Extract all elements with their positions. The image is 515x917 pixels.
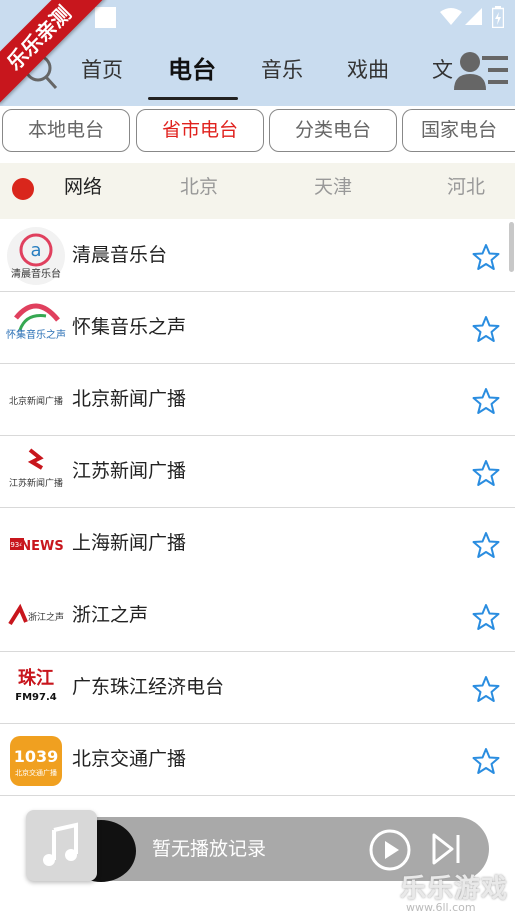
battery-icon: [492, 6, 504, 28]
station-name: 北京新闻广播: [72, 388, 187, 410]
svg-text:北京交通广播: 北京交通广播: [15, 768, 57, 777]
station-name: 上海新闻广播: [72, 532, 187, 554]
station-logo: 怀集音乐之声: [6, 303, 66, 341]
subtab-national[interactable]: 国家电台: [402, 109, 515, 152]
subtab-local[interactable]: 本地电台: [2, 109, 130, 152]
region-beijing[interactable]: 北京: [180, 163, 218, 213]
svg-text:清晨音乐台: 清晨音乐台: [11, 267, 61, 280]
favorite-star-icon[interactable]: [472, 387, 500, 415]
station-name: 怀集音乐之声: [72, 316, 187, 338]
favorite-star-icon[interactable]: [472, 459, 500, 487]
player-status: 暂无播放记录: [152, 838, 267, 860]
station-row[interactable]: a 清晨音乐台 清晨音乐台: [0, 220, 515, 292]
watermark-url: www.6ll.com: [406, 901, 476, 914]
favorite-star-icon[interactable]: [472, 675, 500, 703]
list-scrollbar[interactable]: [509, 222, 514, 272]
station-name: 浙江之声: [72, 604, 149, 626]
region-hebei[interactable]: 河北: [447, 163, 485, 213]
tab-home[interactable]: 首页: [81, 50, 123, 94]
favorite-star-icon[interactable]: [472, 531, 500, 559]
station-name: 广东珠江经济电台: [72, 676, 225, 698]
album-cover[interactable]: [26, 810, 97, 881]
station-row[interactable]: 珠江 FM97.4 广东珠江经济电台: [0, 652, 515, 724]
station-logo: a 清晨音乐台: [7, 227, 65, 285]
site-watermark: 乐乐游戏 www.6ll.com: [400, 868, 515, 917]
svg-text:珠江: 珠江: [18, 668, 54, 689]
station-logo: 北京新闻广播: [9, 395, 63, 407]
station-name: 北京交通广播: [72, 748, 187, 770]
tab-more[interactable]: 文: [432, 50, 453, 94]
svg-text:1039: 1039: [14, 747, 59, 766]
svg-text:怀集音乐之声: 怀集音乐之声: [6, 328, 66, 341]
user-menu-icon[interactable]: [452, 48, 510, 94]
region-tianjin[interactable]: 天津: [314, 163, 352, 213]
svg-text:江苏新闻广播: 江苏新闻广播: [9, 477, 63, 489]
station-logo: 珠江 FM97.4: [15, 668, 56, 703]
station-name: 江苏新闻广播: [72, 460, 187, 482]
favorite-star-icon[interactable]: [472, 603, 500, 631]
region-bar: 网络 北京 天津 河北: [0, 163, 515, 219]
favorite-star-icon[interactable]: [472, 315, 500, 343]
wifi-icon: [440, 8, 462, 25]
tab-music[interactable]: 音乐: [261, 50, 303, 94]
region-network[interactable]: 网络: [64, 163, 102, 213]
station-logo: 1039 北京交通广播: [10, 736, 62, 786]
station-row[interactable]: 北京新闻广播 北京新闻广播: [0, 364, 515, 436]
next-track-icon[interactable]: [430, 832, 462, 866]
favorite-star-icon[interactable]: [472, 243, 500, 271]
tab-opera[interactable]: 戏曲: [347, 50, 389, 94]
selected-region-dot: [12, 178, 34, 200]
subtab-bar: 本地电台 省市电台 分类电台 国家电台: [0, 106, 515, 158]
svg-text:FM97.4: FM97.4: [15, 692, 56, 703]
station-row[interactable]: 江苏新闻广播 江苏新闻广播: [0, 436, 515, 508]
favorite-star-icon[interactable]: [472, 747, 500, 775]
notification-icon: [95, 7, 116, 28]
station-row[interactable]: 934 NEWS 上海新闻广播: [0, 508, 515, 580]
active-tab-indicator: [148, 97, 238, 100]
station-row[interactable]: 怀集音乐之声 怀集音乐之声: [0, 292, 515, 364]
station-logo: 江苏新闻广播: [9, 448, 63, 489]
play-icon[interactable]: [369, 829, 411, 871]
station-row[interactable]: 浙江之声 浙江之声: [0, 580, 515, 652]
subtab-category[interactable]: 分类电台: [269, 109, 397, 152]
svg-text:浙江之声: 浙江之声: [28, 611, 64, 623]
svg-text:北京新闻广播: 北京新闻广播: [9, 395, 63, 407]
svg-text:NEWS: NEWS: [20, 539, 63, 554]
station-name: 清晨音乐台: [72, 244, 168, 266]
svg-text:a: a: [30, 240, 41, 261]
station-logo: 浙江之声: [8, 603, 64, 626]
station-row[interactable]: 1039 北京交通广播 北京交通广播: [0, 724, 515, 796]
watermark-title: 乐乐游戏: [400, 874, 509, 904]
tab-radio[interactable]: 电台: [168, 50, 216, 94]
music-note-icon: [43, 822, 78, 866]
subtab-province[interactable]: 省市电台: [136, 109, 264, 152]
signal-icon: [465, 8, 482, 25]
station-logo: 934NEWS: [10, 538, 64, 554]
